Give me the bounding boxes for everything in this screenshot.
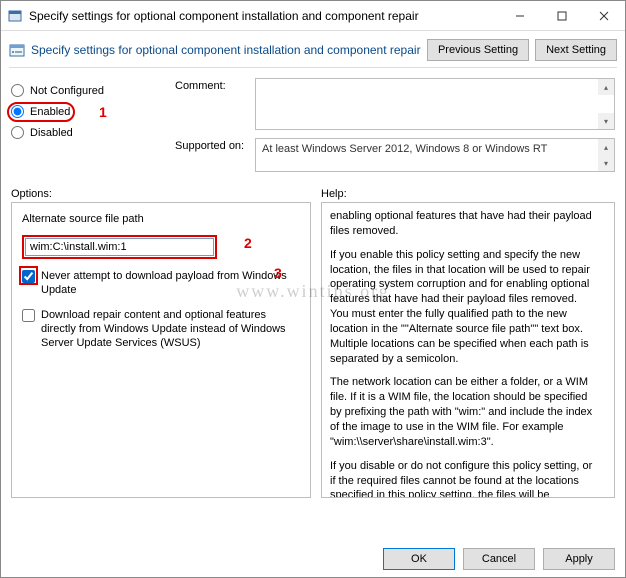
radio-disabled[interactable]: Disabled [11, 126, 171, 139]
comment-label: Comment: [175, 78, 255, 92]
radio-not-configured-label: Not Configured [30, 85, 104, 97]
annotation-marker-1: 1 [99, 104, 107, 120]
footer: OK Cancel Apply [1, 539, 625, 577]
ok-button[interactable]: OK [383, 548, 455, 570]
window-title: Specify settings for optional component … [29, 9, 499, 23]
window-controls [499, 1, 625, 31]
supported-row: Supported on: At least Windows Server 20… [175, 138, 615, 172]
download-repair-label: Download repair content and optional fea… [41, 308, 300, 351]
radio-enabled-label: Enabled [30, 106, 70, 118]
supported-text: At least Windows Server 2012, Windows 8 … [262, 143, 547, 155]
options-pane: Alternate source file path 2 Never attem… [11, 202, 311, 498]
help-text: The network location can be either a fol… [330, 375, 594, 449]
state-radios: Not Configured Enabled 1 Disabled [11, 78, 171, 180]
never-download-label: Never attempt to download payload from W… [41, 269, 300, 298]
alt-path-input[interactable] [25, 238, 214, 256]
columns-header: Options: Help: [1, 182, 625, 202]
help-text: If you enable this policy setting and sp… [330, 248, 594, 367]
radio-enabled-input[interactable] [11, 105, 24, 118]
titlebar: Specify settings for optional component … [1, 1, 625, 31]
cancel-button[interactable]: Cancel [463, 548, 535, 570]
minimize-button[interactable] [499, 1, 541, 31]
fields: Comment: ▴ ▾ Supported on: At least Wind… [171, 78, 615, 180]
help-text: If you disable or do not configure this … [330, 459, 594, 498]
help-text: enabling optional features that have had… [330, 209, 594, 239]
radio-disabled-label: Disabled [30, 127, 73, 139]
header-row: Specify settings for optional component … [1, 31, 625, 67]
radio-disabled-input[interactable] [11, 126, 24, 139]
never-download-checkbox[interactable] [22, 270, 35, 283]
config-section: Not Configured Enabled 1 Disabled Commen… [1, 74, 625, 182]
never-download-row[interactable]: Never attempt to download payload from W… [22, 269, 300, 298]
policy-icon [9, 42, 25, 58]
next-setting-button[interactable]: Next Setting [535, 39, 617, 61]
scroll-down-icon[interactable]: ▾ [598, 155, 614, 171]
apply-button[interactable]: Apply [543, 548, 615, 570]
radio-not-configured-input[interactable] [11, 84, 24, 97]
previous-setting-button[interactable]: Previous Setting [427, 39, 529, 61]
download-repair-row[interactable]: Download repair content and optional fea… [22, 308, 300, 351]
comment-row: Comment: ▴ ▾ [175, 78, 615, 130]
policy-title: Specify settings for optional component … [31, 43, 421, 57]
download-repair-checkbox[interactable] [22, 309, 35, 322]
help-pane[interactable]: enabling optional features that have had… [321, 202, 615, 498]
comment-textarea[interactable]: ▴ ▾ [255, 78, 615, 130]
maximize-button[interactable] [541, 1, 583, 31]
app-icon [7, 8, 23, 24]
scroll-up-icon[interactable]: ▴ [598, 139, 614, 155]
help-header: Help: [311, 188, 615, 200]
alt-path-label: Alternate source file path [22, 213, 300, 225]
scroll-down-icon[interactable]: ▾ [598, 113, 614, 129]
close-button[interactable] [583, 1, 625, 31]
supported-label: Supported on: [175, 138, 255, 152]
supported-textarea: At least Windows Server 2012, Windows 8 … [255, 138, 615, 172]
radio-enabled[interactable]: Enabled 1 [11, 105, 171, 118]
scroll-up-icon[interactable]: ▴ [598, 79, 614, 95]
divider [9, 67, 617, 68]
columns: Alternate source file path 2 Never attem… [1, 202, 625, 498]
options-header: Options: [11, 188, 311, 200]
radio-not-configured[interactable]: Not Configured [11, 84, 171, 97]
annotation-marker-2: 2 [244, 235, 252, 251]
annotation-box-2 [22, 235, 217, 259]
